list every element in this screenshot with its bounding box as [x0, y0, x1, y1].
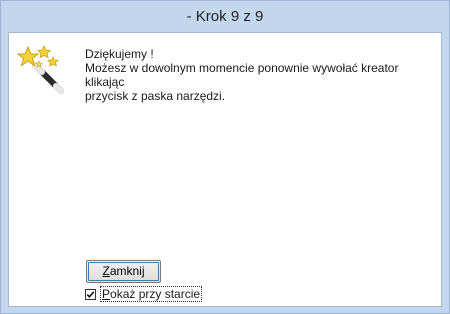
- close-button-mnemonic: Z: [102, 264, 110, 278]
- close-button-label: amknij: [109, 264, 145, 278]
- wizard-dialog: - Krok 9 z 9 Dziękujemy ! Możesz w dowol…: [0, 0, 450, 314]
- dialog-content: Dziękujemy ! Możesz w dowolnym momencie …: [8, 32, 442, 307]
- window-title: - Krok 9 z 9: [186, 8, 264, 25]
- magic-wand-icon: [15, 43, 67, 95]
- close-button[interactable]: Zamknij: [86, 260, 161, 283]
- startup-label-text: okaż przy starcie: [110, 287, 201, 301]
- startup-label-mnemonic: P: [102, 287, 111, 301]
- show-on-startup-checkbox[interactable]: [85, 288, 96, 300]
- checkmark-icon: [86, 290, 95, 298]
- message-text: Dziękujemy ! Możesz w dowolnym momencie …: [85, 47, 435, 103]
- message-line: Możesz w dowolnym momencie ponownie wywo…: [85, 61, 399, 89]
- message-line: przycisk z paska narzędzi.: [85, 89, 226, 103]
- show-on-startup-option[interactable]: Pokaż przy starcie: [85, 286, 203, 302]
- show-on-startup-label[interactable]: Pokaż przy starcie: [100, 286, 203, 302]
- message-heading: Dziękujemy !: [85, 47, 154, 61]
